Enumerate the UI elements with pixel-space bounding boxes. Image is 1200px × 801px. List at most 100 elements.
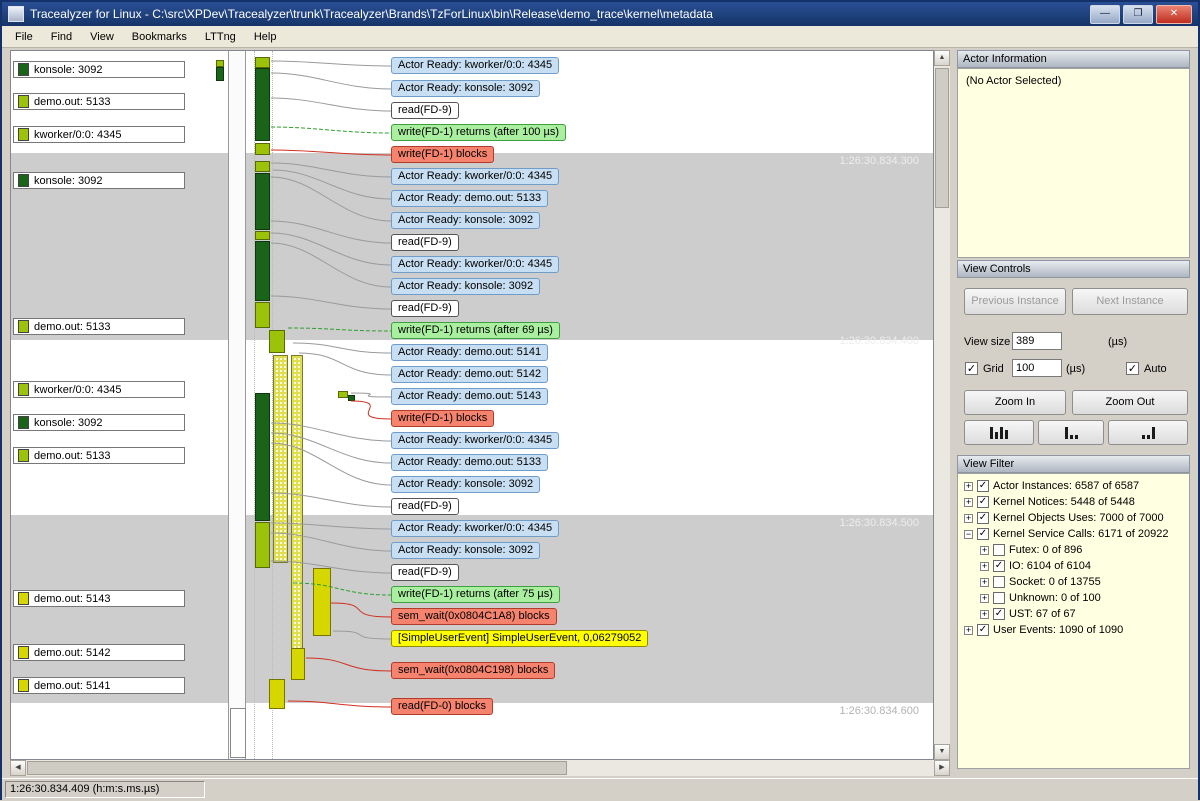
actor-label[interactable]: konsole: 3092 xyxy=(13,414,185,431)
scroll-up-arrow[interactable]: ▲ xyxy=(934,50,950,66)
menu-item-view[interactable]: View xyxy=(81,28,123,46)
event-label[interactable]: Actor Ready: kworker/0:0: 4345 xyxy=(391,432,559,449)
execution-bar[interactable] xyxy=(338,391,348,398)
execution-bar[interactable] xyxy=(255,241,270,301)
actor-label[interactable]: demo.out: 5133 xyxy=(13,318,185,335)
tree-expander-icon[interactable]: + xyxy=(964,626,973,635)
tree-checkbox[interactable] xyxy=(977,480,989,492)
overview-strip-thumb[interactable] xyxy=(230,708,246,758)
actor-label[interactable]: demo.out: 5142 xyxy=(13,644,185,661)
overview-strip[interactable] xyxy=(228,51,246,760)
event-label[interactable]: read(FD-9) xyxy=(391,498,459,515)
event-label[interactable]: read(FD-9) xyxy=(391,102,459,119)
execution-bar[interactable] xyxy=(269,330,285,353)
event-label[interactable]: write(FD-1) returns (after 100 µs) xyxy=(391,124,566,141)
execution-bar[interactable] xyxy=(269,679,285,709)
execution-bar[interactable] xyxy=(216,60,224,67)
tree-expander-icon[interactable]: − xyxy=(964,530,973,539)
event-label[interactable]: Actor Ready: konsole: 3092 xyxy=(391,542,540,559)
tree-item[interactable]: −Kernel Service Calls: 6171 of 20922 xyxy=(960,526,1187,542)
menu-item-bookmarks[interactable]: Bookmarks xyxy=(123,28,196,46)
interval-view-button-2[interactable] xyxy=(1038,420,1104,445)
next-instance-button[interactable]: Next Instance xyxy=(1072,288,1188,315)
tree-checkbox[interactable] xyxy=(977,496,989,508)
event-label[interactable]: Actor Ready: kworker/0:0: 4345 xyxy=(391,168,559,185)
event-label[interactable]: read(FD-9) xyxy=(391,234,459,251)
event-label[interactable]: Actor Ready: demo.out: 5143 xyxy=(391,388,548,405)
tree-checkbox[interactable] xyxy=(977,528,989,540)
interval-view-button-3[interactable] xyxy=(1108,420,1188,445)
grid-checkbox[interactable] xyxy=(965,362,978,375)
actor-label[interactable]: demo.out: 5143 xyxy=(13,590,185,607)
actor-label[interactable]: demo.out: 5141 xyxy=(13,677,185,694)
execution-bar[interactable] xyxy=(255,302,270,328)
zoom-out-button[interactable]: Zoom Out xyxy=(1072,390,1188,415)
close-button[interactable]: ✕ xyxy=(1156,5,1192,24)
actor-label[interactable]: kworker/0:0: 4345 xyxy=(13,381,185,398)
tree-expander-icon[interactable]: + xyxy=(980,546,989,555)
event-label[interactable]: Actor Ready: kworker/0:0: 4345 xyxy=(391,520,559,537)
interval-view-button-1[interactable] xyxy=(964,420,1034,445)
tree-item[interactable]: +User Events: 1090 of 1090 xyxy=(960,622,1187,638)
tree-item[interactable]: +IO: 6104 of 6104 xyxy=(960,558,1187,574)
tree-expander-icon[interactable]: + xyxy=(964,482,973,491)
actor-label[interactable]: konsole: 3092 xyxy=(13,172,185,189)
execution-bar[interactable] xyxy=(291,648,305,680)
event-label[interactable]: Actor Ready: demo.out: 5142 xyxy=(391,366,548,383)
vertical-scrollbar[interactable]: ▲ ▼ xyxy=(934,50,950,760)
tree-item[interactable]: +Kernel Objects Uses: 7000 of 7000 xyxy=(960,510,1187,526)
menu-item-file[interactable]: File xyxy=(6,28,42,46)
grid-size-input[interactable] xyxy=(1012,359,1062,377)
event-label[interactable]: Actor Ready: konsole: 3092 xyxy=(391,278,540,295)
event-label[interactable]: read(FD-0) blocks xyxy=(391,698,493,715)
vertical-scroll-thumb[interactable] xyxy=(935,68,949,208)
tree-expander-icon[interactable]: + xyxy=(980,594,989,603)
tree-item[interactable]: +Unknown: 0 of 100 xyxy=(960,590,1187,606)
event-label[interactable]: Actor Ready: kworker/0:0: 4345 xyxy=(391,256,559,273)
zoom-in-button[interactable]: Zoom In xyxy=(964,390,1066,415)
event-label[interactable]: write(FD-1) blocks xyxy=(391,146,494,163)
event-label[interactable]: Actor Ready: kworker/0:0: 4345 xyxy=(391,57,559,74)
execution-bar[interactable] xyxy=(255,393,270,521)
tree-item[interactable]: +Actor Instances: 6587 of 6587 xyxy=(960,478,1187,494)
trace-canvas[interactable]: Actor Ready: kworker/0:0: 4345 Actor Read… xyxy=(10,50,934,760)
horizontal-scrollbar[interactable]: ◀ ▶ xyxy=(10,760,950,776)
execution-bar[interactable] xyxy=(348,395,355,401)
event-label[interactable]: Actor Ready: konsole: 3092 xyxy=(391,476,540,493)
event-label[interactable]: write(FD-1) returns (after 75 µs) xyxy=(391,586,560,603)
event-label[interactable]: Actor Ready: konsole: 3092 xyxy=(391,80,540,97)
maximize-button[interactable]: ❐ xyxy=(1123,5,1153,24)
scroll-left-arrow[interactable]: ◀ xyxy=(10,760,26,776)
tree-checkbox[interactable] xyxy=(993,608,1005,620)
horizontal-scroll-thumb[interactable] xyxy=(27,761,567,775)
tree-checkbox[interactable] xyxy=(993,560,1005,572)
tree-expander-icon[interactable]: + xyxy=(980,610,989,619)
scroll-right-arrow[interactable]: ▶ xyxy=(934,760,950,776)
tree-checkbox[interactable] xyxy=(977,624,989,636)
auto-checkbox[interactable] xyxy=(1126,362,1139,375)
previous-instance-button[interactable]: Previous Instance xyxy=(964,288,1066,315)
minimize-button[interactable]: — xyxy=(1090,5,1120,24)
menu-item-find[interactable]: Find xyxy=(42,28,81,46)
execution-bar[interactable] xyxy=(313,568,331,636)
event-label[interactable]: sem_wait(0x0804C1A8) blocks xyxy=(391,608,557,625)
execution-bar[interactable] xyxy=(273,355,288,563)
actor-label[interactable]: konsole: 3092 xyxy=(13,61,185,78)
tree-expander-icon[interactable]: + xyxy=(980,562,989,571)
event-label[interactable]: Actor Ready: demo.out: 5133 xyxy=(391,454,548,471)
execution-bar[interactable] xyxy=(255,231,270,240)
execution-bar[interactable] xyxy=(216,67,224,81)
execution-bar[interactable] xyxy=(255,68,270,141)
tree-checkbox[interactable] xyxy=(993,576,1005,588)
event-label[interactable]: read(FD-9) xyxy=(391,564,459,581)
tree-item[interactable]: +UST: 67 of 67 xyxy=(960,606,1187,622)
actor-label[interactable]: demo.out: 5133 xyxy=(13,93,185,110)
view-size-input[interactable] xyxy=(1012,332,1062,350)
menu-item-lttng[interactable]: LTTng xyxy=(196,28,245,46)
tree-expander-icon[interactable]: + xyxy=(964,498,973,507)
event-label[interactable]: write(FD-1) blocks xyxy=(391,410,494,427)
tree-expander-icon[interactable]: + xyxy=(964,514,973,523)
event-label[interactable]: [SimpleUserEvent] SimpleUserEvent, 0,062… xyxy=(391,630,648,647)
event-label[interactable]: Actor Ready: demo.out: 5133 xyxy=(391,190,548,207)
execution-bar[interactable] xyxy=(291,355,303,655)
